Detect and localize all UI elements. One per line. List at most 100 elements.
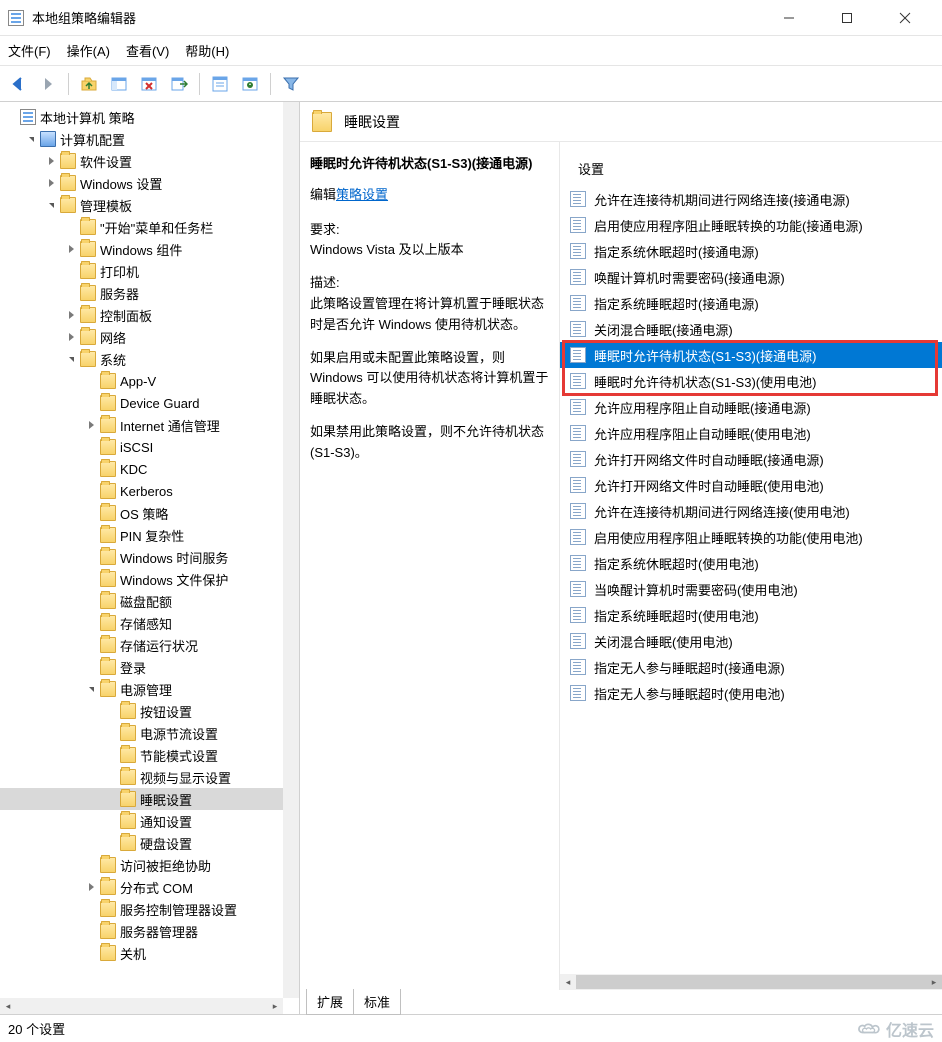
tree-item[interactable]: 访问被拒绝协助 (0, 854, 299, 876)
tree-expand-icon[interactable] (84, 682, 98, 696)
tree-item[interactable]: 睡眠设置 (0, 788, 299, 810)
tree-expand-icon[interactable] (24, 132, 38, 146)
minimize-button[interactable] (760, 0, 818, 36)
tree-item[interactable]: 软件设置 (0, 150, 299, 172)
tree-item[interactable]: 存储感知 (0, 612, 299, 634)
tree-item[interactable]: Internet 通信管理 (0, 414, 299, 436)
tree-item[interactable]: Windows 组件 (0, 238, 299, 260)
scroll-right-icon[interactable]: ▸ (926, 974, 942, 990)
close-button[interactable] (876, 0, 934, 36)
setting-item[interactable]: 启用使应用程序阻止睡眠转换的功能(使用电池) (560, 524, 942, 550)
tree-item[interactable]: 计算机配置 (0, 128, 299, 150)
export-button[interactable] (167, 72, 191, 96)
setting-item[interactable]: 睡眠时允许待机状态(S1-S3)(使用电池) (560, 368, 942, 394)
tree-scrollbar-vertical[interactable]: ▴ ▾ (283, 102, 299, 998)
tree-item[interactable]: 服务器管理器 (0, 920, 299, 942)
properties-button[interactable] (208, 72, 232, 96)
up-folder-button[interactable] (77, 72, 101, 96)
setting-item[interactable]: 启用使应用程序阻止睡眠转换的功能(接通电源) (560, 212, 942, 238)
tree-item[interactable]: 关机 (0, 942, 299, 964)
setting-item[interactable]: 指定无人参与睡眠超时(接通电源) (560, 654, 942, 680)
tree-item[interactable]: 视频与显示设置 (0, 766, 299, 788)
tree-expand-icon[interactable] (44, 198, 58, 212)
tree-item[interactable]: OS 策略 (0, 502, 299, 524)
tab-standard[interactable]: 标准 (353, 989, 401, 1015)
nav-forward-button[interactable] (36, 72, 60, 96)
setting-item[interactable]: 允许打开网络文件时自动睡眠(接通电源) (560, 446, 942, 472)
setting-item[interactable]: 指定系统睡眠超时(使用电池) (560, 602, 942, 628)
scroll-down-icon[interactable]: ▾ (283, 982, 299, 998)
tree-item[interactable]: Windows 时间服务 (0, 546, 299, 568)
tree-expand-icon[interactable] (64, 352, 78, 366)
tree-item[interactable]: 管理模板 (0, 194, 299, 216)
menu-view[interactable]: 查看(V) (126, 41, 169, 60)
setting-item[interactable]: 当唤醒计算机时需要密码(使用电池) (560, 576, 942, 602)
tree-item[interactable]: 电源节流设置 (0, 722, 299, 744)
scrollbar-thumb[interactable] (576, 975, 942, 989)
setting-item[interactable]: 关闭混合睡眠(接通电源) (560, 316, 942, 342)
menu-file[interactable]: 文件(F) (8, 41, 51, 60)
maximize-button[interactable] (818, 0, 876, 36)
tree-item[interactable]: App-V (0, 370, 299, 392)
setting-item[interactable]: 允许应用程序阻止自动睡眠(使用电池) (560, 420, 942, 446)
tree-item[interactable]: 存储运行状况 (0, 634, 299, 656)
tree-expand-icon[interactable] (64, 308, 78, 322)
setting-item[interactable]: 关闭混合睡眠(使用电池) (560, 628, 942, 654)
tree-item[interactable]: 节能模式设置 (0, 744, 299, 766)
menu-help[interactable]: 帮助(H) (185, 41, 229, 60)
tree-item[interactable]: Kerberos (0, 480, 299, 502)
setting-item[interactable]: 唤醒计算机时需要密码(接通电源) (560, 264, 942, 290)
scroll-up-icon[interactable]: ▴ (283, 102, 299, 118)
tree-item[interactable]: iSCSI (0, 436, 299, 458)
filter-button[interactable] (279, 72, 303, 96)
tree-item[interactable]: 打印机 (0, 260, 299, 282)
edit-policy-link[interactable]: 策略设置 (336, 187, 388, 202)
tree-expand-icon[interactable] (44, 176, 58, 190)
setting-item[interactable]: 指定系统休眠超时(使用电池) (560, 550, 942, 576)
setting-item[interactable]: 允许应用程序阻止自动睡眠(接通电源) (560, 394, 942, 420)
tree-item[interactable]: Windows 文件保护 (0, 568, 299, 590)
tree-expand-icon[interactable] (64, 242, 78, 256)
tree-item[interactable]: 控制面板 (0, 304, 299, 326)
setting-item[interactable]: 睡眠时允许待机状态(S1-S3)(接通电源) (560, 342, 942, 368)
list-scrollbar-horizontal[interactable]: ◂ ▸ (560, 974, 942, 990)
setting-item[interactable]: 指定系统睡眠超时(接通电源) (560, 290, 942, 316)
tree-item[interactable]: Windows 设置 (0, 172, 299, 194)
tree-item[interactable]: "开始"菜单和任务栏 (0, 216, 299, 238)
setting-item[interactable]: 允许打开网络文件时自动睡眠(使用电池) (560, 472, 942, 498)
tree-item[interactable]: 本地计算机 策略 (0, 106, 299, 128)
tree-item[interactable]: 电源管理 (0, 678, 299, 700)
help-button[interactable] (238, 72, 262, 96)
tree-expand-icon[interactable] (64, 330, 78, 344)
tree-pane[interactable]: 本地计算机 策略计算机配置软件设置Windows 设置管理模板"开始"菜单和任务… (0, 102, 300, 1014)
tree-item[interactable]: 分布式 COM (0, 876, 299, 898)
setting-item[interactable]: 指定无人参与睡眠超时(使用电池) (560, 680, 942, 706)
delete-button[interactable] (137, 72, 161, 96)
setting-item[interactable]: 允许在连接待机期间进行网络连接(接通电源) (560, 186, 942, 212)
tree-item[interactable]: 磁盘配额 (0, 590, 299, 612)
tree-expand-icon[interactable] (44, 154, 58, 168)
tree-item[interactable]: 服务器 (0, 282, 299, 304)
tree-item[interactable]: 硬盘设置 (0, 832, 299, 854)
setting-item[interactable]: 允许在连接待机期间进行网络连接(使用电池) (560, 498, 942, 524)
tree-expand-icon[interactable] (84, 880, 98, 894)
tree-item[interactable]: PIN 复杂性 (0, 524, 299, 546)
settings-column-header[interactable]: 设置 (560, 142, 942, 182)
nav-back-button[interactable] (6, 72, 30, 96)
tree-item[interactable]: 通知设置 (0, 810, 299, 832)
setting-item[interactable]: 指定系统休眠超时(接通电源) (560, 238, 942, 264)
tree-item[interactable]: 按钮设置 (0, 700, 299, 722)
tree-item[interactable]: 服务控制管理器设置 (0, 898, 299, 920)
tree-item[interactable]: 系统 (0, 348, 299, 370)
scroll-left-icon[interactable]: ◂ (0, 998, 16, 1014)
tree-scrollbar-horizontal[interactable]: ◂ ▸ (0, 998, 283, 1014)
tab-extended[interactable]: 扩展 (306, 989, 354, 1015)
menu-action[interactable]: 操作(A) (67, 41, 110, 60)
scroll-right-icon[interactable]: ▸ (267, 998, 283, 1014)
tree-item[interactable]: Device Guard (0, 392, 299, 414)
tree-item[interactable]: 网络 (0, 326, 299, 348)
tree-item[interactable]: 登录 (0, 656, 299, 678)
tree-expand-icon[interactable] (84, 418, 98, 432)
show-hide-tree-button[interactable] (107, 72, 131, 96)
scroll-left-icon[interactable]: ◂ (560, 974, 576, 990)
